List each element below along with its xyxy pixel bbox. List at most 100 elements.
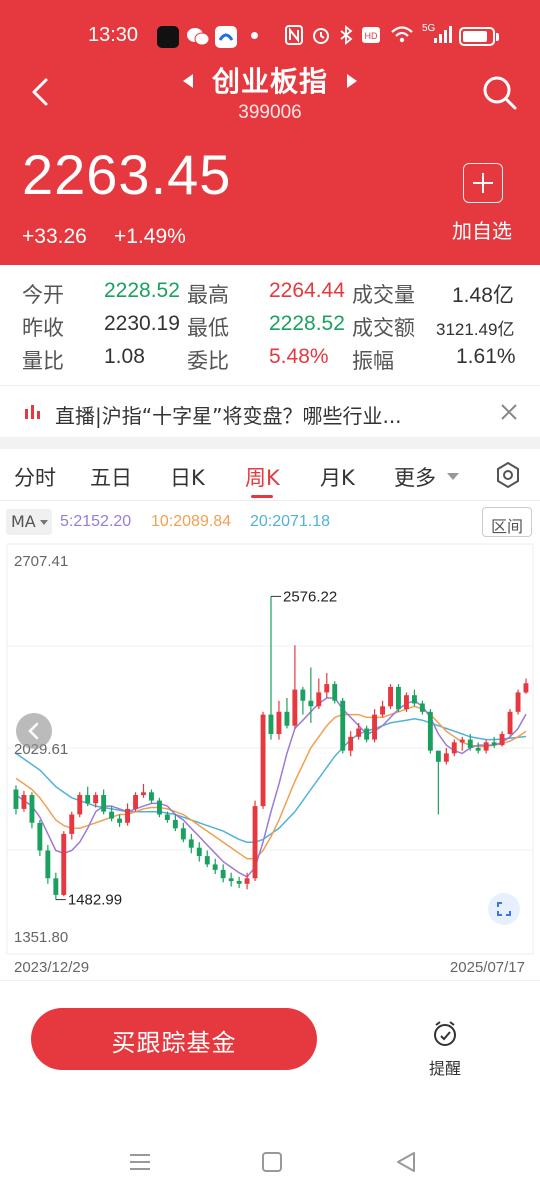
tab-monthly[interactable]: 月K	[320, 462, 355, 492]
stat-label: 成交量	[352, 284, 415, 307]
stat-label: 量比	[22, 350, 64, 373]
title-block: 创业板指 399006	[150, 60, 390, 124]
candle	[53, 872, 59, 900]
stat-label: 成交额	[352, 317, 415, 340]
search-button[interactable]	[480, 73, 520, 113]
next-index-arrow[interactable]	[347, 74, 357, 88]
candle-body	[324, 684, 330, 693]
bluetooth-icon	[339, 25, 353, 50]
candle-body	[412, 695, 417, 704]
notification-dot	[251, 32, 258, 39]
candle-body	[29, 795, 35, 823]
candle-body	[109, 811, 114, 819]
candle-body	[475, 747, 481, 751]
candle-body	[515, 692, 521, 712]
candle-body	[340, 700, 346, 751]
stat-label: 振幅	[352, 350, 394, 373]
candle-body	[172, 820, 178, 829]
candle-body	[467, 739, 473, 748]
candle-body	[396, 686, 401, 710]
active-tab-indicator	[251, 495, 273, 498]
candle	[85, 786, 91, 807]
candle	[499, 731, 505, 747]
candle	[133, 792, 138, 812]
tab-weekly[interactable]: 周K	[245, 462, 280, 492]
hd-icon: HD	[361, 25, 381, 50]
chart-prev-button[interactable]	[16, 713, 52, 749]
remind-button[interactable]: 提醒	[424, 1019, 466, 1079]
candle-body	[212, 864, 218, 870]
candle	[412, 689, 417, 707]
remind-label: 提醒	[428, 1059, 461, 1078]
candle	[212, 858, 218, 875]
candle	[228, 872, 234, 887]
candle	[404, 692, 409, 712]
candle	[117, 814, 122, 827]
fullscreen-icon	[497, 902, 511, 916]
close-icon[interactable]	[498, 401, 520, 423]
candle	[141, 783, 146, 798]
candle-body	[37, 822, 43, 851]
candle	[276, 700, 282, 740]
buy-tracking-fund-button[interactable]: 买跟踪基金	[31, 1008, 317, 1070]
back-nav-icon[interactable]	[394, 1150, 418, 1178]
candle-body	[380, 706, 385, 715]
add-watchlist-label[interactable]: 加自选	[452, 215, 512, 244]
y-bottom-label: 1351.80	[14, 929, 68, 946]
home-icon[interactable]	[260, 1150, 284, 1178]
kline-chart[interactable]: 2576.22 1482.99 2707.41 2029.61 1351.80 2…	[0, 540, 540, 980]
candle-body	[459, 739, 465, 743]
stat-value: 2264.44	[269, 279, 345, 302]
candle	[523, 678, 529, 694]
stat-label: 最高	[187, 284, 229, 307]
settings-button[interactable]	[494, 461, 522, 489]
news-banner[interactable]: 直播|沪指“十字星”将变盘？哪些行业...	[0, 388, 540, 436]
header: 13:30 HD 5G 创业板指 399006 2263.45 +33.26 +…	[0, 0, 540, 265]
candle-body	[308, 700, 314, 707]
tab-five-day[interactable]: 五日	[90, 462, 132, 492]
candle-body	[427, 711, 433, 751]
live-icon	[24, 402, 42, 420]
tab-more[interactable]: 更多	[394, 462, 436, 492]
candle-body	[53, 878, 59, 895]
menu-icon[interactable]	[128, 1150, 152, 1178]
candle	[443, 747, 449, 765]
y-top-label: 2707.41	[14, 553, 68, 570]
candle	[220, 864, 226, 883]
stat-label: 今开	[22, 284, 64, 307]
app-icon	[215, 26, 237, 48]
fullscreen-button[interactable]	[488, 893, 520, 925]
ma5-value: 5:2152.20	[60, 513, 132, 530]
candle-body	[13, 789, 19, 809]
status-bar: 13:30 HD 5G	[0, 22, 540, 52]
battery-level	[463, 31, 487, 42]
candle	[491, 736, 497, 748]
candle-body	[451, 742, 457, 754]
back-button[interactable]	[24, 70, 60, 114]
stat-value: 1.48亿	[452, 284, 514, 307]
candle-body	[292, 689, 298, 726]
candle	[21, 790, 27, 812]
candle-body	[332, 684, 338, 701]
candle-body	[125, 808, 130, 823]
quote-stats: 今开 2228.52 最高 2264.44 成交量 1.48亿 昨收 2230.…	[0, 275, 540, 380]
candle-body	[435, 750, 441, 762]
candle-body	[149, 792, 154, 801]
candle-body	[133, 795, 138, 809]
candle-body	[523, 683, 529, 693]
candle	[515, 689, 521, 715]
stat-label: 最低	[187, 317, 229, 340]
range-button[interactable]: 区间	[482, 507, 532, 537]
tab-daily[interactable]: 日K	[170, 462, 205, 492]
candle-body	[260, 714, 266, 807]
candle-body	[300, 689, 306, 701]
candle	[483, 739, 489, 754]
news-headline[interactable]: 直播|沪指“十字星”将变盘？哪些行业...	[55, 400, 402, 429]
candle	[69, 811, 75, 840]
candle	[180, 822, 186, 843]
candle-body	[188, 839, 194, 848]
wechat-icon	[186, 26, 210, 48]
tab-intraday[interactable]: 分时	[14, 462, 56, 492]
add-watchlist-button[interactable]	[463, 163, 503, 203]
candle	[29, 792, 35, 829]
